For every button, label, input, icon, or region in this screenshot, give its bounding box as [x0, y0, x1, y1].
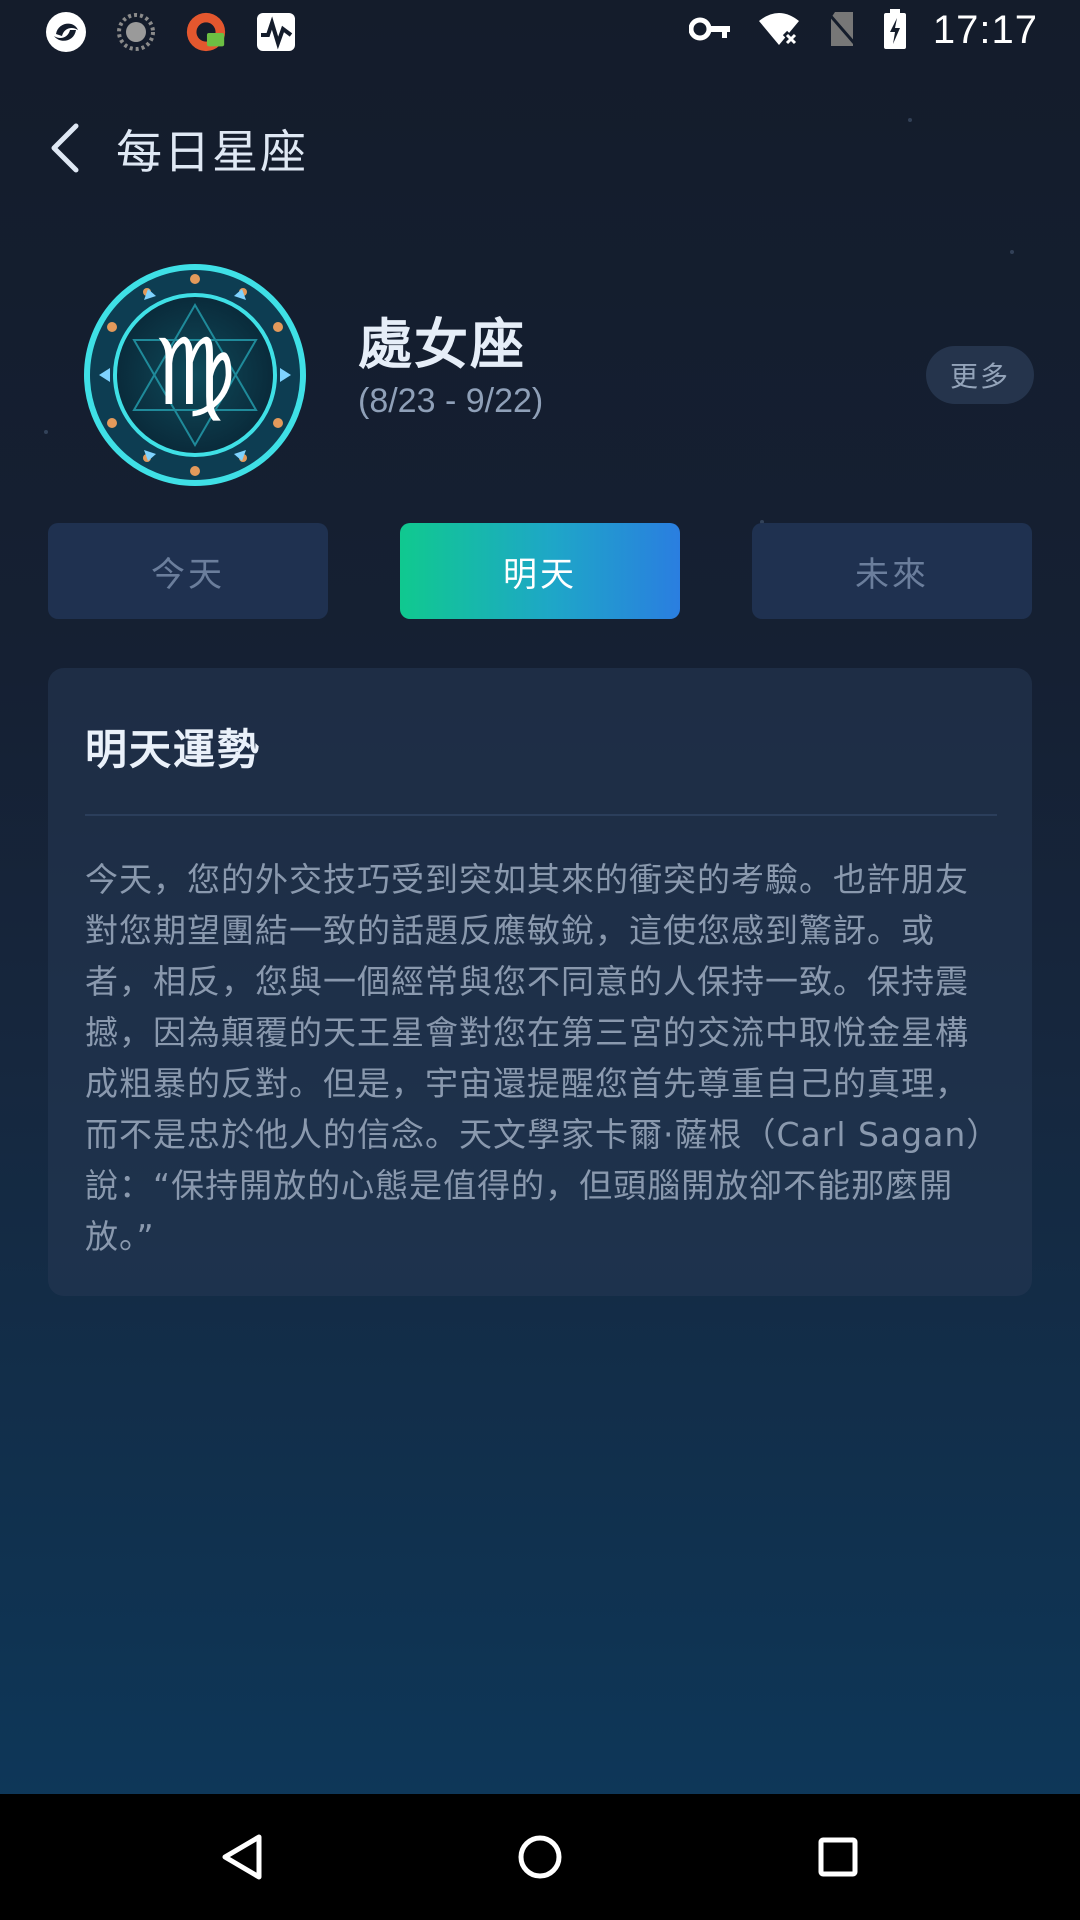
tab-tomorrow[interactable]: 明天: [400, 523, 680, 619]
status-bar: 17:17: [0, 0, 1080, 62]
page-title: 每日星座: [116, 125, 308, 179]
divider: [85, 814, 997, 816]
nav-recents-icon: [818, 1837, 858, 1877]
sign-date-range: (8/23 - 9/22): [358, 382, 544, 420]
activity-monitor-icon: [254, 10, 298, 54]
nav-home-button[interactable]: [505, 1822, 575, 1892]
background-star: [1010, 250, 1014, 254]
nav-recents-button[interactable]: [803, 1822, 873, 1892]
sign-name: 處女座: [358, 313, 526, 376]
background-star: [44, 430, 48, 434]
more-button[interactable]: 更多: [926, 346, 1034, 404]
horoscope-text: 今天，您的外交技巧受到突如其來的衝突的考驗。也許朋友對您期望團結一致的話題反應敏…: [85, 860, 984, 1256]
horoscope-title: 明天運勢: [85, 725, 262, 774]
nav-back-icon: [222, 1834, 262, 1880]
virgo-zodiac-icon: ♍: [82, 262, 308, 488]
no-sim-icon: [827, 10, 857, 52]
loading-spinner-icon: [114, 10, 158, 54]
back-button[interactable]: [36, 118, 96, 178]
tab-today[interactable]: 今天: [48, 523, 328, 619]
horoscope-card: 明天運勢 今天，您的外交技巧受到突如其來的衝突的考驗。也許朋友對您期望團結一致的…: [48, 668, 1032, 1296]
wifi-icon: [757, 11, 801, 51]
virgo-symbol: ♍: [154, 319, 236, 426]
nav-back-button[interactable]: [206, 1822, 276, 1892]
tab-future[interactable]: 未來: [752, 523, 1032, 619]
battery-charging-icon: [883, 8, 907, 53]
app-logo-icon: [44, 10, 88, 54]
period-tabs: 今天 明天 未來: [48, 523, 1032, 619]
vpn-key-icon: [688, 14, 731, 48]
nav-home-icon: [518, 1835, 562, 1879]
app-header: 每日星座: [0, 100, 1080, 200]
navigation-bar: [0, 1794, 1080, 1920]
chevron-left-icon: [51, 123, 79, 173]
vpn-app-icon: [184, 10, 228, 54]
status-time: 17:17: [932, 8, 1038, 52]
